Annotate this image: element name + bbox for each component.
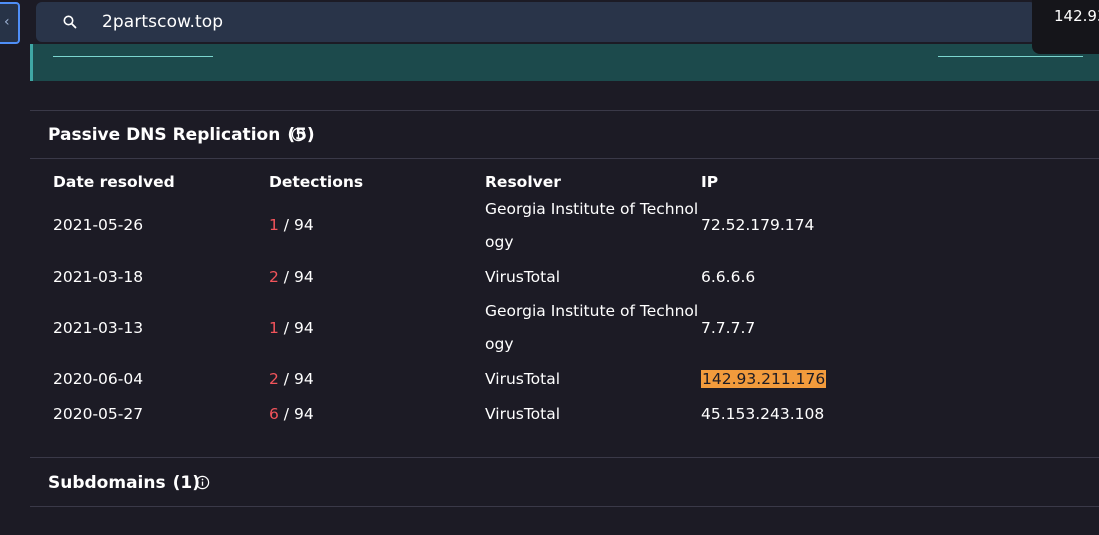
- passive-dns-title-text: Passive DNS Replication: [48, 125, 281, 145]
- resolver-cell: Georgia Institute of Technol ogy: [485, 295, 698, 361]
- resolver-line: Georgia Institute of Technol: [485, 200, 699, 218]
- resolver-cell: VirusTotal: [485, 268, 561, 286]
- detections-cell[interactable]: 2 / 94: [269, 370, 314, 388]
- search-icon: [63, 15, 77, 29]
- search-box[interactable]: 2partscow.top: [36, 2, 1036, 42]
- detection-hits: 2: [269, 370, 279, 388]
- page: ‹ 2partscow.top 142.93 Passive DNS Repli…: [0, 0, 1099, 535]
- detection-hits: 2: [269, 268, 279, 286]
- ip-link[interactable]: 72.52.179.174: [701, 216, 814, 234]
- ip-link[interactable]: 6.6.6.6: [701, 268, 755, 286]
- resolver-cell: Georgia Institute of Technol ogy: [485, 193, 698, 259]
- passive-dns-title: Passive DNS Replication (5): [48, 125, 315, 145]
- date-cell: 2021-05-26: [53, 216, 144, 234]
- section-divider: [30, 506, 1099, 507]
- detection-hits: 1: [269, 216, 279, 234]
- detection-hits: 1: [269, 319, 279, 337]
- column-header-detections: Detections: [269, 173, 364, 191]
- info-icon[interactable]: [291, 127, 306, 142]
- detection-total: / 94: [278, 216, 314, 234]
- date-cell: 2021-03-13: [53, 319, 144, 337]
- subdomains-title: Subdomains (1): [48, 473, 200, 493]
- detections-cell[interactable]: 1 / 94: [269, 319, 314, 337]
- search-highlight: 142.93.211.176: [701, 370, 827, 388]
- column-header-resolver: Resolver: [485, 173, 561, 191]
- date-cell: 2020-05-27: [53, 405, 144, 423]
- date-cell: 2021-03-18: [53, 268, 144, 286]
- info-icon[interactable]: [195, 475, 210, 490]
- resolver-cell: VirusTotal: [485, 370, 561, 388]
- detections-cell[interactable]: 6 / 94: [269, 405, 314, 423]
- detections-cell[interactable]: 1 / 94: [269, 216, 314, 234]
- ip-link[interactable]: 7.7.7.7: [701, 319, 755, 337]
- top-bar: ‹ 2partscow.top: [0, 0, 1099, 48]
- floating-panel: 142.93: [1032, 0, 1099, 54]
- chevron-icon: ‹: [4, 14, 10, 30]
- column-header-date: Date resolved: [53, 173, 175, 191]
- ip-link-highlighted[interactable]: 142.93.211.176: [701, 370, 827, 388]
- notice-banner: [30, 44, 1099, 81]
- floating-panel-text: 142.93: [1054, 7, 1099, 25]
- resolver-line: ogy: [485, 233, 514, 251]
- date-cell: 2020-06-04: [53, 370, 144, 388]
- column-header-ip: IP: [701, 173, 719, 191]
- subdomains-title-text: Subdomains: [48, 473, 166, 493]
- resolver-line: ogy: [485, 335, 514, 353]
- section-divider: [30, 457, 1099, 458]
- menu-button[interactable]: ‹: [0, 2, 20, 44]
- detections-cell[interactable]: 2 / 94: [269, 268, 314, 286]
- detection-hits: 6: [269, 405, 279, 423]
- search-input[interactable]: 2partscow.top: [102, 12, 223, 32]
- detection-total: / 94: [278, 405, 314, 423]
- ip-link[interactable]: 45.153.243.108: [701, 405, 824, 423]
- detection-total: / 94: [278, 319, 314, 337]
- resolver-line: Georgia Institute of Technol: [485, 302, 699, 320]
- section-divider: [30, 110, 1099, 111]
- detection-total: / 94: [278, 370, 314, 388]
- detection-total: / 94: [278, 268, 314, 286]
- resolver-cell: VirusTotal: [485, 405, 561, 423]
- section-divider: [30, 158, 1099, 159]
